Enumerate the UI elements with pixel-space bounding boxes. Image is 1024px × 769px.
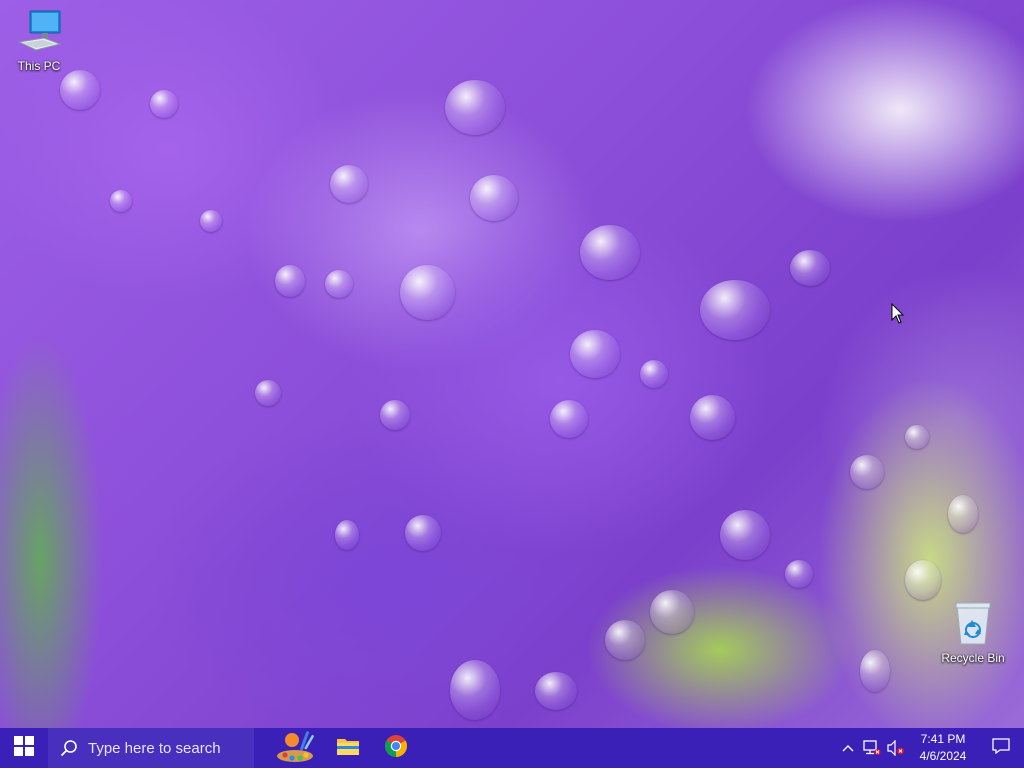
desktop-wallpaper: This PC Recycle Bin bbox=[0, 0, 1024, 728]
taskbar: Type here to search 7:41 PM 4/6/2024 bbox=[0, 728, 1024, 768]
taskbar-search-box[interactable]: Type here to search bbox=[48, 728, 254, 768]
notification-icon bbox=[992, 737, 1010, 759]
windows-logo-icon bbox=[14, 735, 34, 761]
desktop-icon-this-pc[interactable]: This PC bbox=[2, 8, 76, 73]
chrome-icon bbox=[384, 734, 408, 763]
desktop-icon-recycle-bin[interactable]: Recycle Bin bbox=[936, 600, 1010, 665]
taskbar-paint-app[interactable] bbox=[268, 728, 324, 768]
paint-icon bbox=[275, 728, 317, 769]
clock-date: 4/6/2024 bbox=[919, 749, 967, 763]
system-tray: 7:41 PM 4/6/2024 bbox=[836, 728, 1024, 768]
taskbar-file-explorer[interactable] bbox=[324, 728, 372, 768]
network-icon[interactable] bbox=[860, 728, 884, 768]
action-center-button[interactable] bbox=[978, 728, 1024, 768]
clock-time: 7:41 PM bbox=[920, 732, 966, 746]
this-pc-label: This PC bbox=[17, 59, 61, 73]
recycle-bin-icon bbox=[936, 600, 1010, 649]
start-button[interactable] bbox=[0, 728, 48, 768]
this-pc-icon bbox=[2, 8, 76, 57]
recycle-bin-label: Recycle Bin bbox=[941, 651, 1005, 665]
chevron-up-icon[interactable] bbox=[836, 728, 860, 768]
search-icon bbox=[60, 739, 78, 757]
search-placeholder: Type here to search bbox=[88, 739, 221, 757]
taskbar-chrome[interactable] bbox=[372, 728, 420, 768]
taskbar-clock[interactable]: 7:41 PM 4/6/2024 bbox=[908, 731, 978, 765]
mouse-cursor-icon bbox=[891, 302, 905, 330]
volume-muted-icon[interactable] bbox=[884, 728, 908, 768]
folder-icon bbox=[336, 736, 360, 761]
